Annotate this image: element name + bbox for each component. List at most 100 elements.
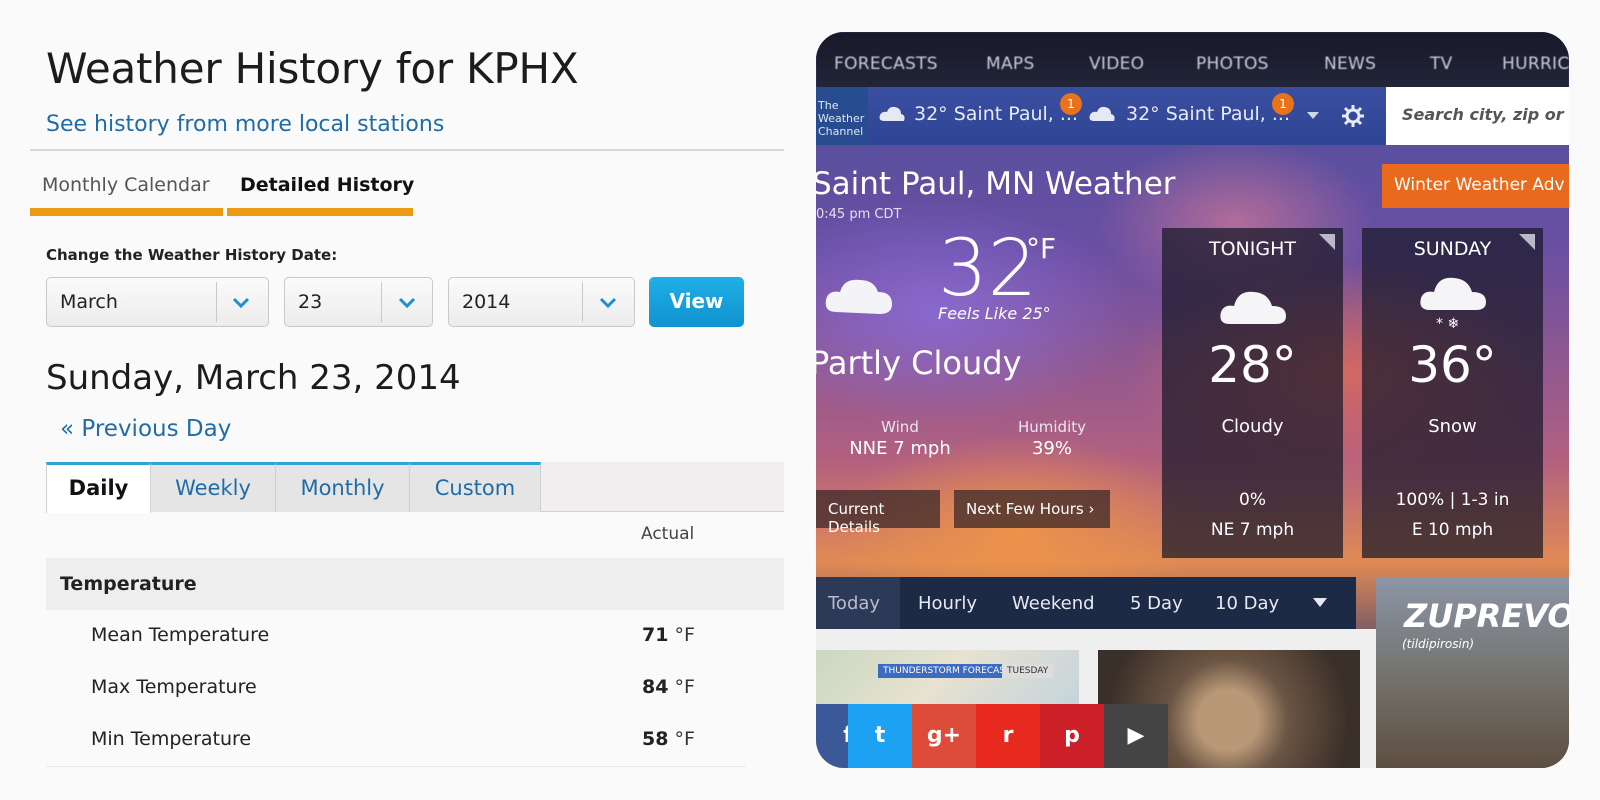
table-row: Mean Temperature 71 °F xyxy=(46,610,784,662)
tab-hourly[interactable]: Hourly xyxy=(918,593,977,614)
tab-weekly[interactable]: Weekly xyxy=(151,462,276,512)
ad-subtitle: (tildipirosin) xyxy=(1402,637,1475,651)
row-label: Min Temperature xyxy=(91,728,252,750)
forecast-period: TONIGHT xyxy=(1209,238,1296,260)
view-button[interactable]: View xyxy=(649,277,744,327)
map-day-label: TUESDAY xyxy=(1002,664,1054,678)
corner-marker xyxy=(1519,234,1535,250)
nav-maps[interactable]: MAPS xyxy=(986,54,1035,74)
top-nav: FORECASTS MAPS VIDEO PHOTOS NEWS TV HURR… xyxy=(816,32,1569,92)
chevron-down-icon[interactable] xyxy=(1312,597,1328,609)
tab-detailed-history-underline xyxy=(227,208,413,216)
snow-cloud-icon: * ❄ xyxy=(1420,277,1486,332)
nav-video[interactable]: VIDEO xyxy=(1089,54,1144,74)
range-tabs: Daily Weekly Monthly Custom xyxy=(46,462,784,513)
twitter-icon[interactable]: t xyxy=(848,704,912,768)
forecast-period: SUNDAY xyxy=(1413,238,1492,260)
current-temperature: 32 xyxy=(938,224,1038,314)
forecast-wind: E 10 mph xyxy=(1411,520,1494,540)
next-few-hours-button[interactable]: Next Few Hours › xyxy=(954,490,1110,528)
pinterest-icon[interactable]: p xyxy=(1040,704,1104,768)
tab-daily[interactable]: Daily xyxy=(46,462,151,513)
ad-title: ZUPREVO xyxy=(1404,597,1569,635)
search-input[interactable]: Search city, zip or pla xyxy=(1386,87,1569,145)
select-separator xyxy=(216,282,217,322)
row-value: 71 °F xyxy=(642,624,695,646)
google-plus-icon[interactable]: g+ xyxy=(912,704,976,768)
row-divider xyxy=(46,766,746,767)
forecast-wind: NE 7 mph xyxy=(1210,520,1295,540)
tab-monthly-calendar-underline xyxy=(30,208,223,216)
advertisement[interactable]: ZUPREVO (tildipirosin) xyxy=(1376,577,1569,768)
tab-5-day[interactable]: 5 Day xyxy=(1130,593,1183,614)
chevron-down-icon xyxy=(599,297,617,309)
tab-10-day[interactable]: 10 Day xyxy=(1215,593,1279,614)
year-select[interactable]: 2014 xyxy=(448,277,635,327)
humidity-stat: Humidity 39% xyxy=(1017,418,1086,459)
forecast-precip: 0% xyxy=(1239,490,1266,510)
weather-channel-screenshot: FORECASTS MAPS VIDEO PHOTOS NEWS TV HURR… xyxy=(816,32,1569,768)
gear-icon[interactable] xyxy=(1342,105,1364,127)
weather-channel-logo[interactable]: The Weather Channel xyxy=(816,87,868,145)
forecast-card-tonight[interactable]: TONIGHT 28° Cloudy 0% NE 7 mph xyxy=(1162,228,1343,558)
play-icon[interactable]: ▶ xyxy=(1104,704,1168,768)
tab-monthly[interactable]: Monthly xyxy=(276,462,410,512)
select-separator xyxy=(582,282,583,322)
table-row: Min Temperature 58 °F xyxy=(46,714,784,766)
forecast-condition: Cloudy xyxy=(1221,416,1284,437)
temperature-unit: °F xyxy=(1026,232,1057,265)
current-details-button[interactable]: Current Details xyxy=(816,490,940,536)
select-separator xyxy=(381,282,382,322)
svg-text:* ❄: * ❄ xyxy=(1436,316,1459,332)
nav-tv[interactable]: TV xyxy=(1430,54,1453,74)
actual-column-header: Actual xyxy=(641,524,695,544)
partly-cloudy-night-icon xyxy=(825,247,892,338)
row-label: Max Temperature xyxy=(91,676,257,698)
reddit-icon[interactable]: r xyxy=(976,704,1040,768)
table-row: Max Temperature 84 °F xyxy=(46,662,784,714)
alert-badge: 1 xyxy=(1272,93,1294,115)
day-select[interactable]: 23 xyxy=(284,277,433,327)
row-label: Mean Temperature xyxy=(91,624,270,646)
social-share-bar: f t g+ r p ▶ xyxy=(816,704,1176,768)
tab-today[interactable]: Today xyxy=(816,577,900,629)
cloud-icon xyxy=(1220,291,1286,324)
chevron-down-icon[interactable] xyxy=(1306,111,1320,121)
month-value: March xyxy=(60,291,118,313)
date-heading: Sunday, March 23, 2014 xyxy=(46,358,461,398)
more-stations-link[interactable]: See history from more local stations xyxy=(46,112,444,137)
nav-photos[interactable]: PHOTOS xyxy=(1196,54,1269,74)
row-value: 84 °F xyxy=(642,676,695,698)
nav-forecasts[interactable]: FORECASTS xyxy=(834,54,938,74)
city-title: Saint Paul, MN Weather xyxy=(816,166,1176,202)
tab-custom[interactable]: Custom xyxy=(410,462,541,512)
feels-like: Feels Like 25° xyxy=(938,304,1051,323)
day-value: 23 xyxy=(298,291,323,313)
forecast-precip: 100% | 1-3 in xyxy=(1395,490,1510,510)
saved-location-1[interactable]: 32° Saint Paul, ... xyxy=(914,103,1078,125)
month-select[interactable]: March xyxy=(46,277,269,327)
temperature-section-header: Temperature xyxy=(46,558,784,610)
chevron-down-icon xyxy=(232,297,250,309)
nav-hurricane[interactable]: HURRIC xyxy=(1502,54,1569,74)
saved-location-2[interactable]: 32° Saint Paul, ... xyxy=(1126,103,1290,125)
forecast-range-tabs: Today Hourly Weekend 5 Day 10 Day xyxy=(816,577,1356,629)
change-date-label: Change the Weather History Date: xyxy=(46,246,338,264)
updated-time: 0:45 pm CDT xyxy=(816,207,902,222)
tab-weekend[interactable]: Weekend xyxy=(1012,593,1095,614)
weather-history-panel: Weather History for KPHX See history fro… xyxy=(0,0,800,800)
forecast-condition: Snow xyxy=(1428,416,1477,437)
cloud-icon xyxy=(879,106,905,121)
forecast-temp: 36° xyxy=(1408,336,1497,394)
nav-news[interactable]: NEWS xyxy=(1324,54,1376,74)
forecast-card-sunday[interactable]: SUNDAY * ❄ 36° Snow 100% | 1-3 in E 10 m… xyxy=(1362,228,1543,558)
forecast-temp: 28° xyxy=(1208,336,1297,394)
current-condition: Partly Cloudy xyxy=(816,344,1022,382)
winter-weather-alert[interactable]: Winter Weather Adv xyxy=(1382,164,1569,208)
row-value: 58 °F xyxy=(642,728,695,750)
previous-day-link[interactable]: « Previous Day xyxy=(60,416,231,442)
alert-badge: 1 xyxy=(1060,93,1082,115)
corner-marker xyxy=(1319,234,1335,250)
page-title: Weather History for KPHX xyxy=(46,44,579,93)
year-value: 2014 xyxy=(462,291,511,313)
